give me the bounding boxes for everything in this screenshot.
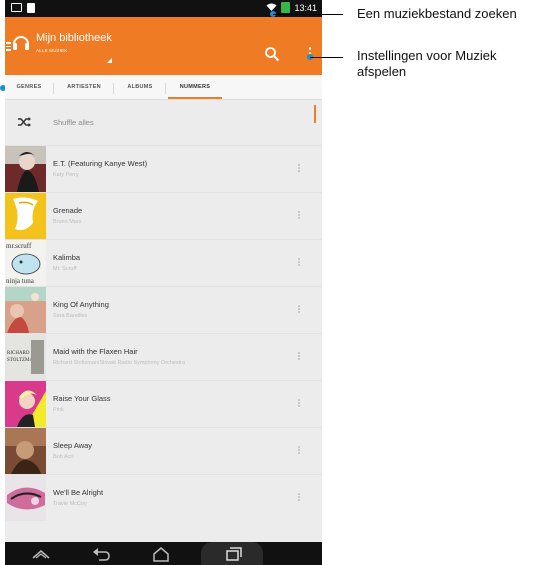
song-title: Kalimba (53, 253, 81, 262)
song-options-icon[interactable] (297, 258, 301, 270)
album-art-grenade (5, 193, 46, 239)
song-title: Maid with the Flaxen Hair (53, 347, 138, 356)
tab-genres[interactable]: GENRES (5, 75, 53, 100)
back-icon[interactable] (90, 546, 112, 562)
song-artist: Pink (53, 407, 64, 413)
song-title: Raise Your Glass (53, 394, 111, 403)
song-artist: Richard Stoltzman/Slovak Radio Symphony … (53, 360, 186, 366)
song-artist: Mr. Scruff (53, 266, 77, 272)
song-title: Sleep Away (53, 441, 93, 450)
callout-search-label: Een muziekbestand zoeken (357, 6, 517, 21)
action-bar: Mijn bibliotheek ALLE MUZIEK (5, 17, 322, 75)
tablet-screen: 13:41 Mijn bibliotheek ALLE MUZIEK GENRE… (5, 0, 322, 565)
status-time: 13:41 (294, 2, 317, 13)
search-icon[interactable] (264, 46, 280, 62)
song-options-icon[interactable] (297, 352, 301, 364)
album-art-et (5, 146, 46, 192)
album-art-maid-flaxen-hair: RICHARD STOLTZMAN (5, 334, 46, 380)
shuffle-all-label: Shuffle alles (53, 118, 94, 127)
song-title: King Of Anything (53, 300, 109, 309)
song-options-icon[interactable] (297, 211, 301, 223)
callout-line-search (273, 14, 343, 15)
callout-line-settings (310, 57, 343, 58)
callout-settings-line2: afspelen (357, 64, 407, 79)
screenshot-notification-icon (11, 3, 22, 12)
library-tabs: GENRES ARTIESTEN ALBUMS NUMMERS (5, 75, 322, 100)
album-art-kalimba: mr.scruff ninja tuna (5, 240, 46, 286)
document-notification-icon (27, 3, 35, 13)
kalimba-art-top-text: mr.scruff (6, 242, 32, 250)
drawer-menu-icon[interactable] (6, 42, 11, 53)
shuffle-icon (18, 117, 31, 127)
song-options-icon[interactable] (297, 399, 301, 411)
song-options-icon[interactable] (297, 493, 301, 505)
recent-apps-icon[interactable] (222, 546, 244, 562)
song-artist: Travie McCoy (53, 501, 87, 507)
song-row[interactable]: E.T. (Featuring Kanye West) Katy Perry (5, 145, 322, 192)
collapse-icon[interactable] (30, 546, 52, 562)
song-row[interactable]: We'll Be Alright Travie McCoy (5, 474, 322, 521)
navigation-bar (5, 542, 322, 565)
album-art-sleep-away (5, 428, 46, 474)
tab-albums[interactable]: ALBUMS (115, 75, 165, 100)
song-row[interactable]: Sleep Away Bob Acri (5, 427, 322, 474)
song-row[interactable]: mr.scruff ninja tuna Kalimba Mr. Scruff (5, 239, 322, 286)
tab-artists[interactable]: ARTIESTEN (55, 75, 113, 100)
song-artist: Sara Bareilles (53, 313, 88, 319)
song-row[interactable]: King Of Anything Sara Bareilles (5, 286, 322, 333)
shuffle-all-row[interactable]: Shuffle alles (5, 100, 322, 145)
kalimba-art-bottom-text: ninja tuna (6, 277, 35, 285)
callout-settings-line1: Instellingen voor Muziek (357, 48, 497, 63)
song-options-icon[interactable] (297, 305, 301, 317)
library-subtitle[interactable]: ALLE MUZIEK (36, 48, 67, 53)
song-row[interactable]: Raise Your Glass Pink (5, 380, 322, 427)
tab-songs[interactable]: NUMMERS (168, 75, 222, 100)
song-title: Grenade (53, 206, 83, 215)
library-title[interactable]: Mijn bibliotheek (36, 32, 112, 44)
song-artist: Bob Acri (53, 454, 74, 460)
album-art-well-be-alright (5, 475, 46, 521)
song-title: We'll Be Alright (53, 488, 104, 497)
song-options-icon[interactable] (297, 446, 301, 458)
song-options-icon[interactable] (297, 164, 301, 176)
home-icon[interactable] (150, 546, 172, 562)
song-row[interactable]: Grenade Bruno Mars (5, 192, 322, 239)
album-art-king-of-anything (5, 287, 46, 333)
callout-settings-label: Instellingen voor Muziek afspelen (357, 48, 496, 80)
dropdown-triangle-icon[interactable] (107, 58, 112, 63)
album-art-raise-your-glass (5, 381, 46, 427)
song-row[interactable]: RICHARD STOLTZMAN Maid with the Flaxen H… (5, 333, 322, 380)
headphones-icon[interactable] (12, 33, 30, 51)
song-title: E.T. (Featuring Kanye West) (53, 159, 148, 168)
song-artist: Katy Perry (53, 172, 79, 178)
song-artist: Bruno Mars (53, 219, 82, 225)
maid-art-line1: RICHARD (7, 351, 30, 356)
battery-icon (281, 2, 291, 13)
